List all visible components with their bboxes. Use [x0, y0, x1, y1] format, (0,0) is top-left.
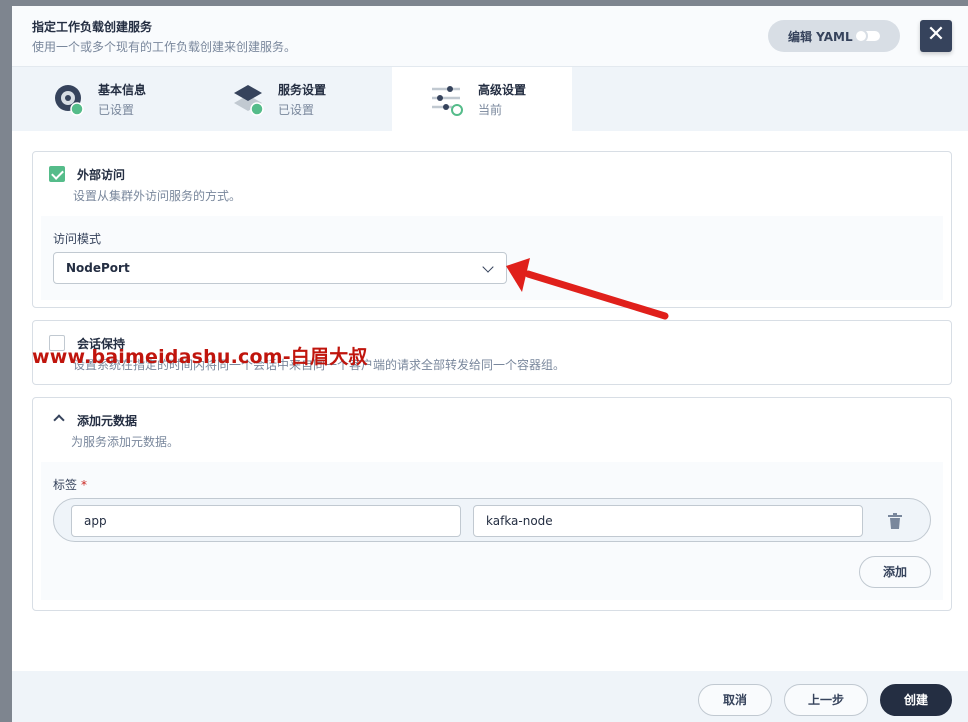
step-title: 高级设置 — [478, 83, 527, 97]
step-basic-info[interactable]: 基本信息 已设置 — [12, 67, 192, 131]
label-value-input[interactable] — [473, 505, 863, 537]
add-label-button[interactable]: 添加 — [859, 556, 931, 588]
close-button[interactable]: ✕ — [920, 20, 952, 52]
edit-yaml-label: 编辑 YAML — [788, 29, 853, 44]
metadata-title: 添加元数据 — [77, 414, 138, 428]
previous-step-button[interactable]: 上一步 — [784, 684, 868, 716]
watermark-text: www.baimeidashu.com-白眉大叔 — [32, 346, 368, 368]
modal-footer: 取消 上一步 创建 — [12, 671, 968, 722]
modal-title: 指定工作负载创建服务 — [32, 20, 153, 34]
required-mark: * — [81, 478, 88, 492]
step-title: 服务设置 — [278, 83, 327, 97]
chevron-up-icon[interactable] — [53, 414, 65, 426]
step-title: 基本信息 — [98, 83, 147, 97]
step-advanced-settings[interactable]: 高级设置 当前 — [392, 67, 572, 131]
trash-icon[interactable] — [888, 513, 902, 529]
edit-yaml-toggle[interactable]: 编辑 YAML — [768, 20, 900, 52]
external-access-title: 外部访问 — [77, 168, 126, 182]
external-access-description: 设置从集群外访问服务的方式。 — [73, 189, 242, 203]
sliders-icon — [432, 86, 463, 116]
access-mode-panel: 访问模式 NodePort — [41, 216, 943, 300]
step-status: 已设置 — [98, 103, 135, 117]
step-status: 已设置 — [278, 103, 315, 117]
metadata-description: 为服务添加元数据。 — [71, 435, 180, 449]
modal-header: 指定工作负载创建服务 使用一个或多个现有的工作负载创建来创建服务。 编辑 YAM… — [12, 6, 968, 67]
step-service-settings[interactable]: 服务设置 已设置 — [192, 67, 372, 131]
disc-icon — [55, 85, 84, 116]
toggle-switch-icon — [854, 29, 880, 43]
create-button[interactable]: 创建 — [880, 684, 952, 716]
metadata-card: 添加元数据 为服务添加元数据。 标签* 添加 — [32, 397, 952, 611]
chevron-down-icon — [482, 261, 494, 273]
access-mode-label: 访问模式 — [53, 232, 102, 246]
access-mode-value: NodePort — [66, 261, 130, 275]
step-status: 当前 — [478, 103, 503, 117]
label-key-input[interactable] — [71, 505, 461, 537]
external-access-card: 外部访问 设置从集群外访问服务的方式。 访问模式 NodePort — [32, 151, 952, 308]
layers-icon — [234, 85, 264, 116]
label-row — [53, 498, 931, 542]
external-access-checkbox[interactable] — [49, 166, 65, 182]
labels-field-label: 标签 * — [53, 478, 88, 492]
modal-subtitle: 使用一个或多个现有的工作负载创建来创建服务。 — [32, 40, 297, 54]
form-content: 外部访问 设置从集群外访问服务的方式。 访问模式 NodePort 会话保持 设… — [12, 131, 968, 671]
labels-panel: 标签* 添加 — [41, 462, 943, 600]
access-mode-select[interactable]: NodePort — [53, 252, 507, 284]
cancel-button[interactable]: 取消 — [698, 684, 772, 716]
step-tabs: 基本信息 已设置 服务设置 已设置 高级设置 当前 — [12, 67, 968, 131]
